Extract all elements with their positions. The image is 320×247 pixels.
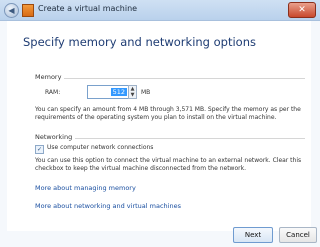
ram-input[interactable]: 512 bbox=[87, 85, 129, 99]
memory-group-label: Memory bbox=[35, 73, 65, 81]
close-button[interactable]: ✕ bbox=[288, 2, 316, 18]
networking-group-label: Networking bbox=[35, 133, 76, 141]
memory-description: You can specify an amount from 4 MB thro… bbox=[35, 106, 301, 121]
networking-description: You can use this option to connect the v… bbox=[35, 157, 302, 172]
virtual-machine-icon bbox=[22, 4, 34, 17]
next-button[interactable]: Next bbox=[233, 227, 273, 243]
networking-group: Networking ✓ Use computer network connec… bbox=[35, 133, 305, 181]
ram-unit: MB bbox=[141, 89, 151, 96]
network-checkbox[interactable]: ✓ bbox=[35, 145, 44, 154]
window-title: Create a virtual machine bbox=[38, 4, 138, 13]
network-checkbox-label[interactable]: Use computer network connections bbox=[47, 144, 153, 151]
ram-spinner[interactable]: ▲ ▼ bbox=[128, 85, 137, 99]
ram-value: 512 bbox=[110, 88, 127, 96]
back-button[interactable]: ◀ bbox=[4, 3, 19, 18]
cancel-button[interactable]: Cancel bbox=[279, 227, 317, 243]
create-vm-window: ◀ Create a virtual machine ✕ Specify mem… bbox=[0, 0, 320, 247]
networking-help-link[interactable]: More about networking and virtual machin… bbox=[35, 202, 181, 210]
title-bar: ◀ Create a virtual machine ✕ bbox=[0, 0, 320, 21]
memory-group: Memory RAM: 512 ▲ ▼ MB You can specify an… bbox=[35, 73, 305, 124]
content-panel: Specify memory and networking options Me… bbox=[7, 21, 311, 231]
ram-label: RAM: bbox=[45, 89, 61, 96]
memory-help-link[interactable]: More about managing memory bbox=[35, 184, 136, 192]
page-title: Specify memory and networking options bbox=[23, 35, 256, 49]
